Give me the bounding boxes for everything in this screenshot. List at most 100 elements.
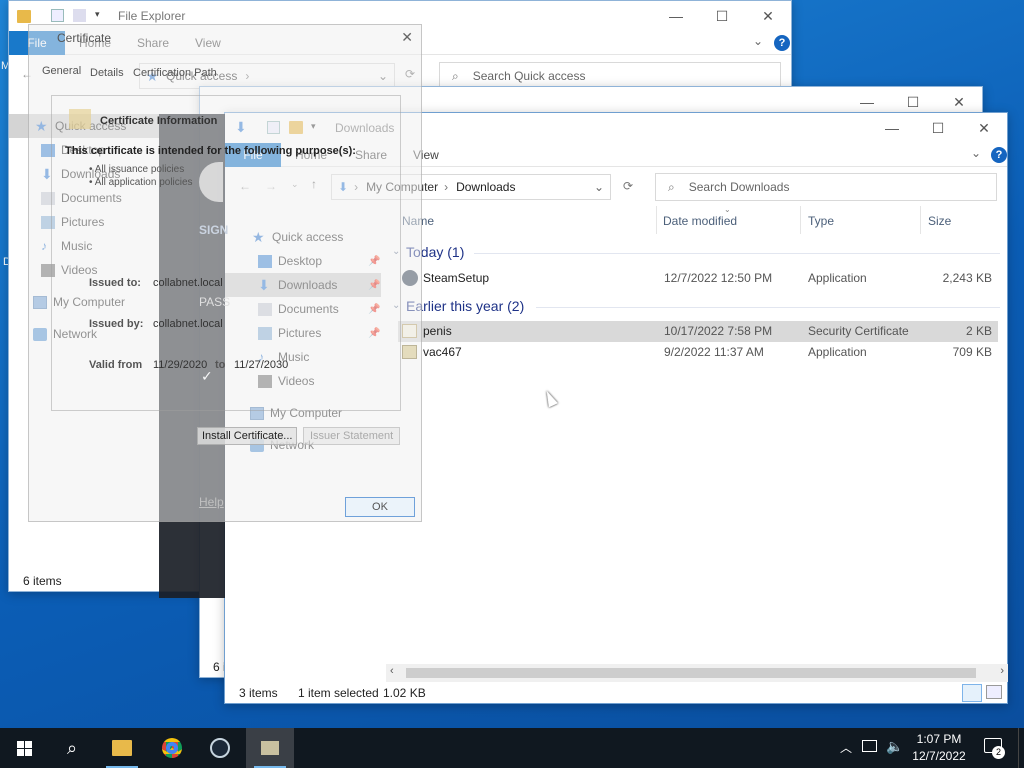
back-status-text: 6 items: [23, 574, 62, 588]
clock-date: 12/7/2022: [912, 749, 966, 763]
chevron-down-icon[interactable]: ▾: [95, 9, 100, 20]
column-separator[interactable]: [800, 206, 801, 234]
issued-by-value: collabnet.local: [153, 318, 223, 330]
issuer-statement-button[interactable]: Issuer Statement: [303, 427, 401, 445]
file-name: vac467: [423, 345, 462, 359]
help-icon[interactable]: ?: [991, 147, 1007, 163]
volume-icon[interactable]: 🔈: [886, 738, 903, 755]
file-type: Security Certificate: [808, 324, 909, 338]
taskbar-chrome[interactable]: [148, 728, 196, 768]
file-date: 12/7/2022 12:50 PM: [664, 271, 773, 285]
column-header-size[interactable]: Size: [928, 214, 951, 228]
front-search-placeholder: Search Downloads: [688, 180, 790, 194]
scroll-right-icon[interactable]: ›: [1000, 665, 1004, 677]
group-divider: [536, 307, 1000, 308]
table-row-selected[interactable]: penis 10/17/2022 7:58 PM Security Certif…: [398, 321, 998, 342]
search-icon: ⌕: [668, 179, 675, 194]
issued-to-value: collabnet.local: [153, 277, 223, 289]
front-status-selected: 1 item selected: [298, 686, 379, 700]
valid-to-label: to: [215, 359, 226, 371]
address-dropdown-icon[interactable]: ⌄: [594, 180, 604, 194]
file-name: SteamSetup: [423, 271, 490, 285]
show-desktop-button[interactable]: [1018, 728, 1024, 768]
column-header-type[interactable]: Type: [808, 214, 834, 228]
refresh-icon[interactable]: ⟳: [623, 179, 633, 193]
details-view-icon[interactable]: [962, 684, 982, 702]
notifications-count: 2: [992, 746, 1005, 759]
back-explorer-title: File Explorer: [118, 9, 186, 23]
large-icons-view-icon[interactable]: [986, 685, 1002, 699]
front-search-box[interactable]: ⌕ Search Downloads: [655, 173, 997, 201]
minimize-button[interactable]: —: [869, 113, 915, 143]
front-caption-buttons: — ☐ ✕: [869, 113, 1007, 143]
search-icon: ⌕: [452, 68, 459, 83]
valid-from-value: 11/29/2020: [153, 359, 208, 371]
minimize-button[interactable]: —: [653, 1, 699, 31]
column-separator[interactable]: [920, 206, 921, 234]
file-size: 2 KB: [965, 324, 992, 338]
column-header-date[interactable]: Date modified: [663, 214, 737, 228]
certificate-bullet: • All application policies: [89, 177, 193, 188]
valid-to-value: 11/27/2030: [234, 359, 289, 371]
issued-to-label: Issued to:: [89, 277, 141, 289]
close-icon[interactable]: ✕: [401, 29, 413, 46]
horizontal-scrollbar[interactable]: ‹ ›: [386, 664, 1008, 682]
tab-details[interactable]: Details: [90, 67, 124, 79]
tab-general[interactable]: General: [42, 65, 81, 77]
taskbar-certificate[interactable]: [246, 728, 294, 768]
table-row[interactable]: SteamSetup 12/7/2022 12:50 PM Applicatio…: [398, 268, 998, 289]
ok-button[interactable]: OK: [345, 497, 415, 517]
ribbon-expand-icon[interactable]: ⌄: [753, 34, 763, 48]
close-button[interactable]: ✕: [745, 1, 791, 31]
tray-expand-icon[interactable]: ︿: [840, 739, 852, 756]
front-status-count: 3 items: [239, 686, 278, 700]
certificate-info-heading: Certificate Information: [100, 115, 218, 127]
file-size: 709 KB: [952, 345, 992, 359]
ribbon-expand-icon[interactable]: ⌄: [971, 146, 981, 160]
column-separator[interactable]: [656, 206, 657, 234]
certificate-icon: [261, 741, 279, 755]
help-icon[interactable]: ?: [774, 35, 790, 51]
network-icon[interactable]: [862, 740, 877, 752]
file-type: Application: [808, 271, 867, 285]
group-earlier-this-year[interactable]: Earlier this year (2): [406, 298, 524, 314]
breadcrumb-downloads[interactable]: Downloads: [456, 180, 515, 194]
chevron-right-icon: ›: [444, 180, 449, 194]
taskbar-file-explorer[interactable]: [98, 728, 146, 768]
group-divider: [474, 253, 1000, 254]
back-search-placeholder: Search Quick access: [472, 69, 586, 83]
properties-icon[interactable]: [51, 9, 64, 22]
taskbar-steam[interactable]: [196, 728, 244, 768]
install-certificate-button[interactable]: Install Certificate...: [197, 427, 298, 445]
tab-certification-path[interactable]: Certification Path: [133, 67, 217, 79]
certificate-title: Certificate: [57, 31, 112, 45]
scrollbar-thumb[interactable]: [406, 668, 976, 678]
file-name: penis: [423, 324, 452, 338]
start-button[interactable]: [0, 728, 48, 768]
chrome-icon: [162, 738, 182, 758]
clock-time: 1:07 PM: [916, 732, 962, 746]
file-date: 10/17/2022 7:58 PM: [664, 324, 773, 338]
valid-from-label: Valid from: [89, 359, 143, 371]
table-row[interactable]: vac467 9/2/2022 11:37 AM Application 709…: [398, 342, 998, 363]
file-explorer-icon: [112, 740, 132, 756]
file-size: 2,243 KB: [942, 271, 992, 285]
taskbar: ⌕ ︿ 🔈 1:07 PM 12/7/2022 2: [0, 728, 1024, 768]
front-status-size: 1.02 KB: [383, 686, 426, 700]
clock[interactable]: 1:07 PM 12/7/2022: [908, 732, 970, 763]
certificate-icon: [69, 109, 91, 129]
folder-icon: [17, 10, 31, 23]
certificate-dialog[interactable]: Certificate ✕ General Details Certificat…: [28, 24, 422, 522]
back-caption-buttons: — ☐ ✕: [653, 1, 791, 31]
scroll-left-icon[interactable]: ‹: [390, 665, 394, 677]
maximize-button[interactable]: ☐: [915, 113, 961, 143]
steam-icon: [210, 738, 230, 758]
close-button[interactable]: ✕: [961, 113, 1007, 143]
maximize-button[interactable]: ☐: [699, 1, 745, 31]
new-folder-icon[interactable]: [73, 9, 86, 22]
search-icon: ⌕: [66, 737, 78, 758]
issued-by-label: Issued by:: [89, 318, 144, 330]
search-button[interactable]: ⌕: [48, 728, 96, 768]
certificate-purpose: This certificate is intended for the fol…: [65, 145, 356, 157]
windows-logo-icon: [16, 740, 32, 756]
